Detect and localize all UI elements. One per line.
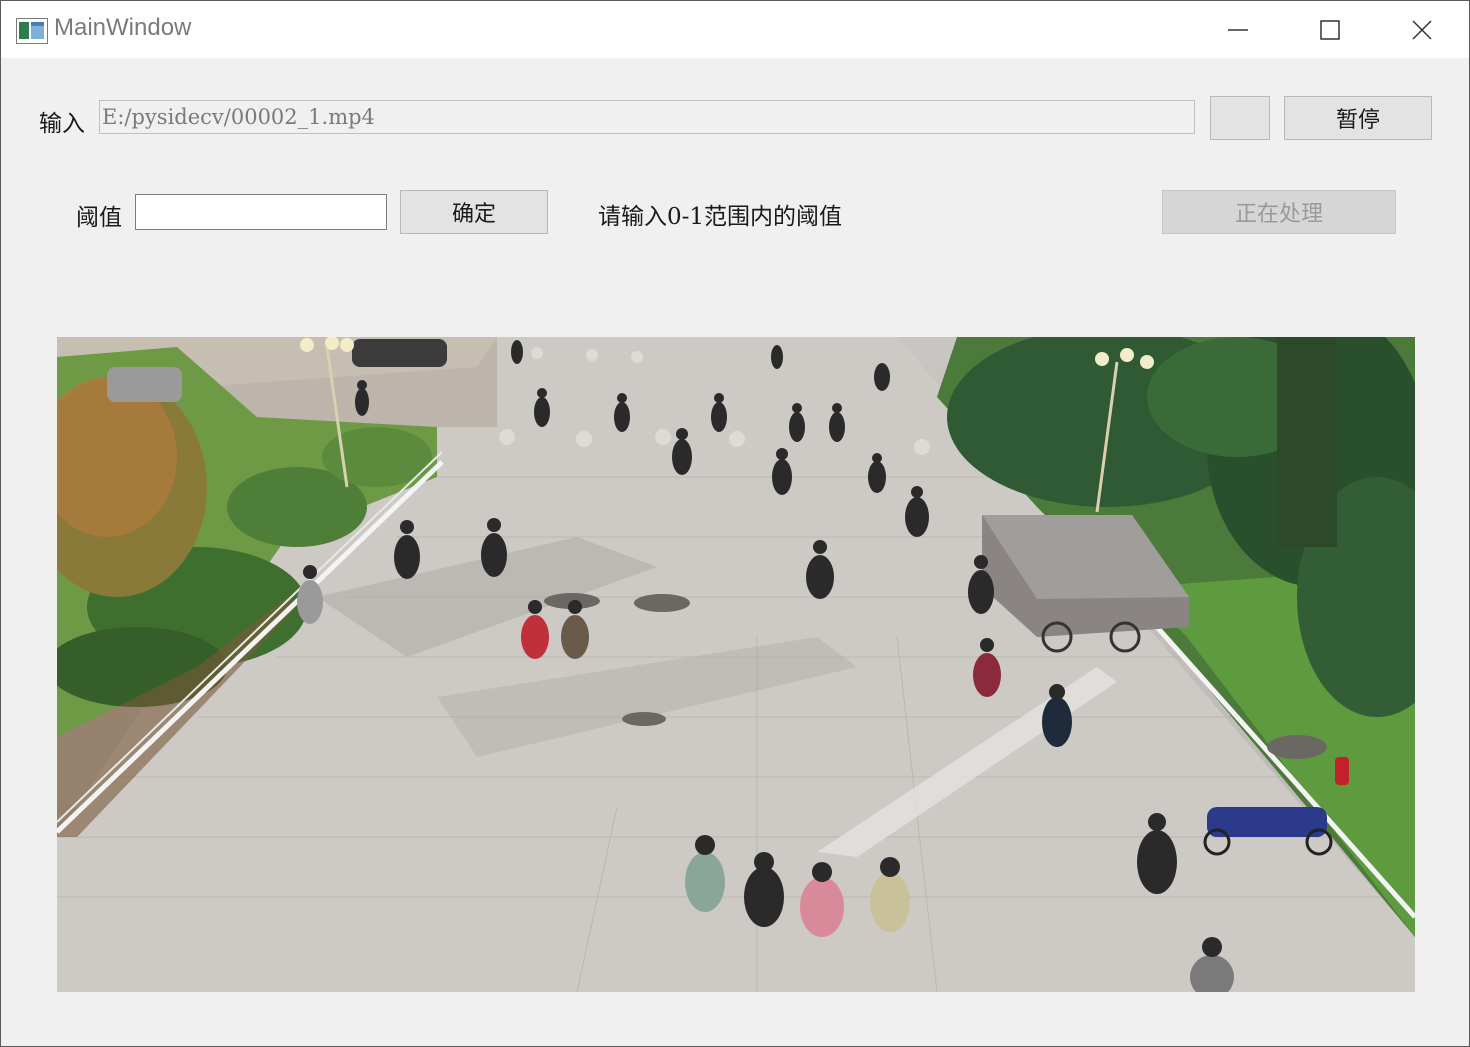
video-frame <box>57 337 1415 992</box>
threshold-label: 阈值 <box>76 205 122 231</box>
close-icon <box>1412 19 1432 40</box>
threshold-hint: 请输入0-1范围内的阈值 <box>598 204 843 230</box>
maximize-button[interactable] <box>1284 1 1376 58</box>
close-button[interactable] <box>1376 1 1468 58</box>
minimize-button[interactable] <box>1192 1 1284 58</box>
threshold-input[interactable] <box>135 194 387 230</box>
processing-status-button: 正在处理 <box>1162 190 1396 234</box>
input-path-field[interactable]: E:/pysidecv/00002_1.mp4 <box>99 100 1195 134</box>
title-bar[interactable]: MainWindow <box>1 1 1469 58</box>
main-window: MainWindow 输入 E:/pysidecv/00002_1.mp4 暂停… <box>0 0 1470 1047</box>
video-frame-image <box>57 337 1415 992</box>
browse-button[interactable] <box>1210 96 1270 140</box>
input-label: 输入 <box>39 111 85 137</box>
confirm-button[interactable]: 确定 <box>400 190 548 234</box>
maximize-icon <box>1320 19 1340 40</box>
pause-button[interactable]: 暂停 <box>1284 96 1432 140</box>
app-icon <box>16 18 48 44</box>
minimize-icon <box>1228 28 1248 31</box>
window-title: MainWindow <box>54 14 192 41</box>
